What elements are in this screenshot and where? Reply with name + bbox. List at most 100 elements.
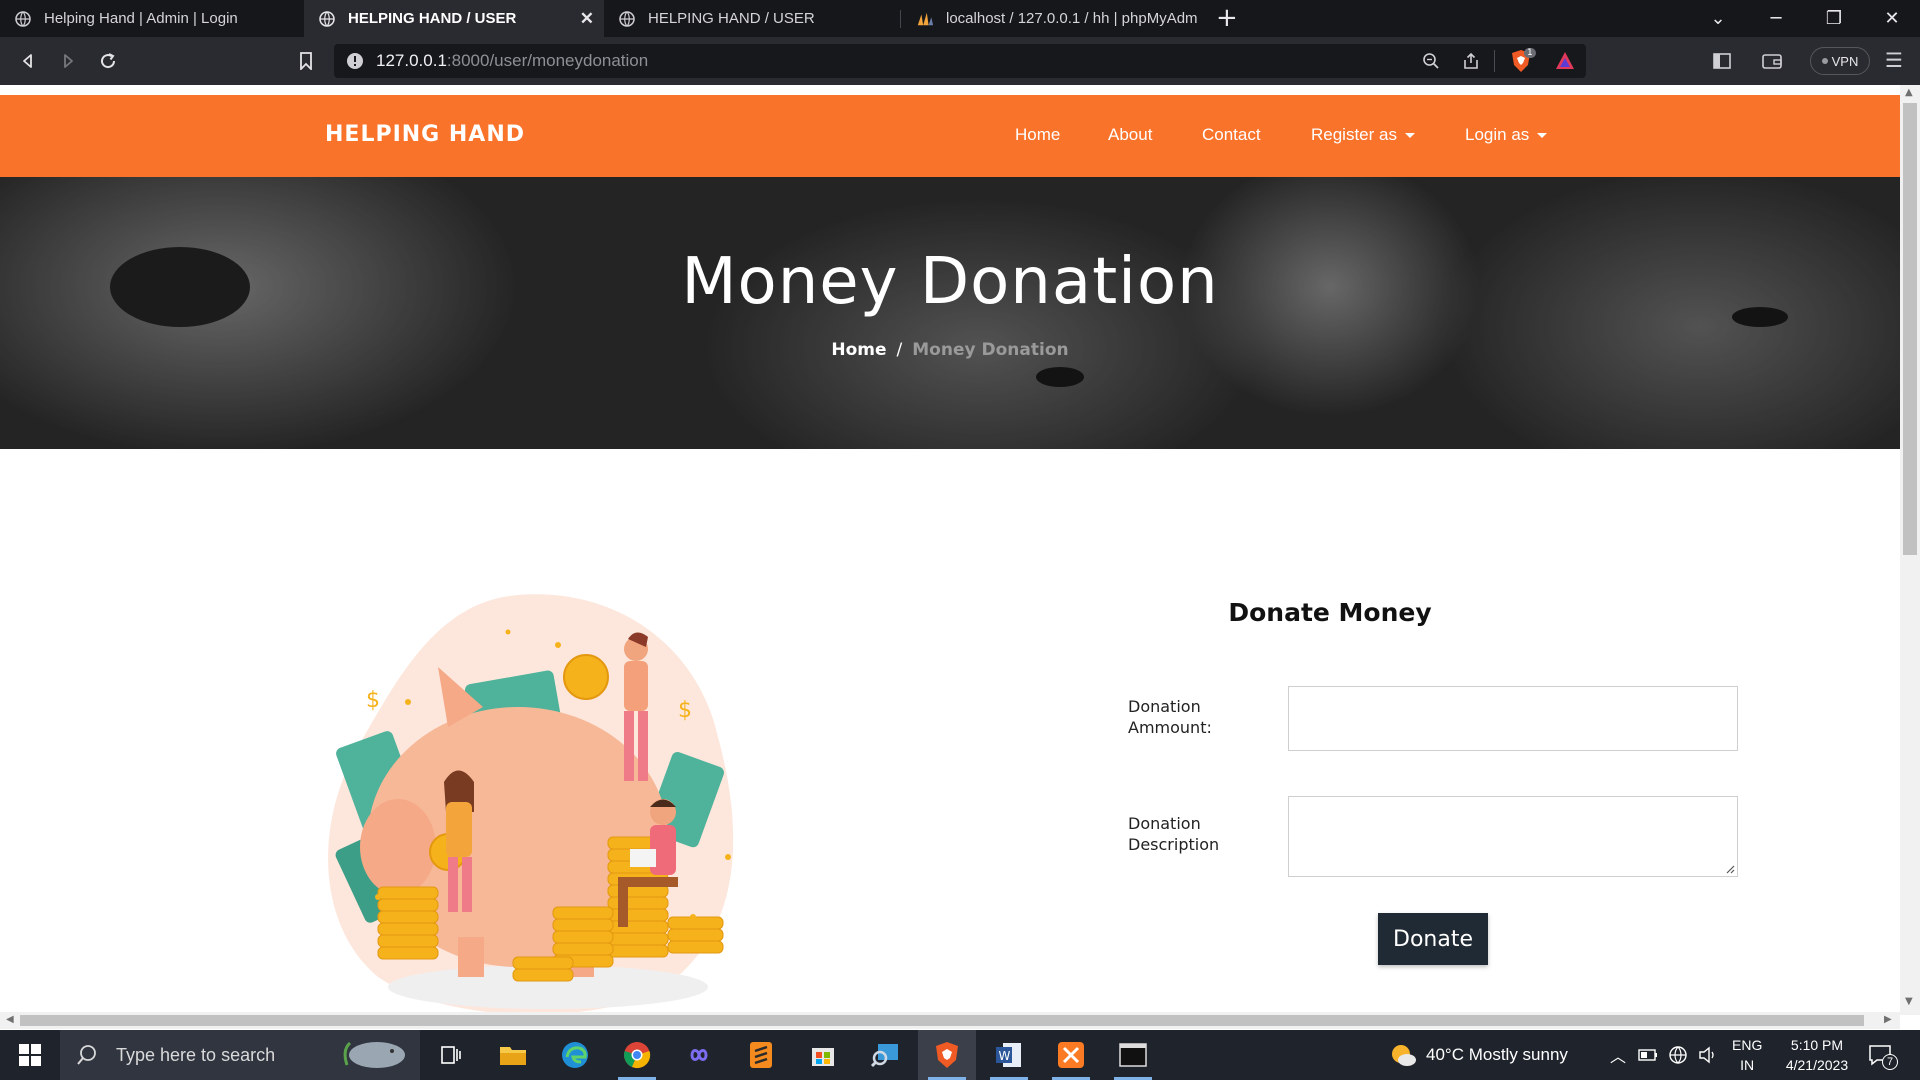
caret-down-icon	[1537, 133, 1548, 139]
region-code: IN	[1740, 1057, 1755, 1073]
nav-login-dropdown[interactable]: Login as	[1465, 125, 1548, 145]
svg-text:$: $	[678, 698, 692, 723]
wallet-icon[interactable]	[1762, 52, 1782, 70]
clock[interactable]: 5:10 PM 4/21/2023	[1776, 1030, 1858, 1080]
nav-register-dropdown[interactable]: Register as	[1311, 125, 1415, 145]
page-title: Money Donation	[681, 245, 1219, 319]
scroll-down-arrow-icon[interactable]: ▼	[1905, 996, 1913, 1007]
globe-icon	[318, 10, 336, 28]
amount-label: Donation Ammount:	[1128, 696, 1212, 738]
sidebar-icon[interactable]	[1712, 52, 1732, 70]
scroll-up-arrow-icon[interactable]: ▲	[1905, 87, 1913, 98]
scroll-right-arrow-icon[interactable]: ▶	[1884, 1014, 1892, 1025]
word-icon[interactable]: W	[980, 1030, 1038, 1080]
vpn-button[interactable]: VPN	[1810, 47, 1870, 75]
terminal-icon[interactable]	[1104, 1030, 1162, 1080]
battery-icon[interactable]	[1638, 1048, 1658, 1062]
restore-icon[interactable]: ❐	[1806, 0, 1862, 37]
chrome-icon[interactable]	[608, 1030, 666, 1080]
description-label-line2: Description	[1128, 835, 1220, 854]
donation-amount-input[interactable]	[1288, 686, 1738, 751]
brave-shields-icon[interactable]: 1	[1510, 48, 1536, 73]
breadcrumb: Home / Money Donation	[0, 340, 1900, 360]
file-explorer-icon[interactable]	[484, 1030, 542, 1080]
shield-count-badge: 1	[1524, 48, 1536, 58]
language-code: ENG	[1732, 1037, 1763, 1053]
tab-admin-login[interactable]: Helping Hand | Admin | Login	[0, 0, 304, 37]
new-tab-icon[interactable]: +	[1216, 5, 1238, 31]
zoom-icon[interactable]	[1422, 52, 1440, 70]
url-divider	[1494, 50, 1495, 72]
vertical-scroll-thumb[interactable]	[1903, 103, 1917, 555]
xampp-icon[interactable]	[1042, 1030, 1100, 1080]
network-globe-icon[interactable]	[1668, 1045, 1688, 1065]
infinity-app-icon[interactable]	[670, 1030, 728, 1080]
breadcrumb-separator: /	[896, 340, 903, 360]
nav-about[interactable]: About	[1108, 125, 1152, 145]
edge-icon[interactable]	[546, 1030, 604, 1080]
task-view-icon[interactable]	[422, 1030, 480, 1080]
brave-rewards-icon[interactable]	[1554, 50, 1576, 72]
microsoft-store-icon[interactable]	[794, 1030, 852, 1080]
nav-login-label: Login as	[1465, 125, 1530, 144]
notification-center[interactable]: 7	[1868, 1030, 1898, 1080]
globe-icon	[618, 10, 636, 28]
clock-date: 4/21/2023	[1785, 1057, 1849, 1073]
url-text: 127.0.0.1:8000/user/moneydonation	[376, 51, 649, 70]
reload-icon[interactable]	[94, 47, 122, 75]
url-bar[interactable]: 127.0.0.1:8000/user/moneydonation 1	[334, 44, 1586, 78]
breadcrumb-current: Money Donation	[912, 340, 1069, 360]
sublime-text-icon[interactable]	[732, 1030, 790, 1080]
manatee-icon	[343, 1041, 405, 1068]
close-window-icon[interactable]: ✕	[1864, 0, 1920, 37]
tab-user-active[interactable]: HELPING HAND / USER ✕	[304, 0, 604, 37]
tab-phpmyadmin[interactable]: localhost / 127.0.0.1 / hh | phpMyAdm	[902, 0, 1202, 37]
nav-home[interactable]: Home	[1015, 125, 1060, 145]
browser-tab-bar: Helping Hand | Admin | Login HELPING HAN…	[0, 0, 1920, 37]
resize-grip-icon[interactable]	[1725, 864, 1735, 874]
close-tab-icon[interactable]: ✕	[580, 9, 594, 29]
forward-icon[interactable]	[54, 47, 82, 75]
menu-icon[interactable]: ☰	[1884, 48, 1904, 72]
tab-title: localhost / 127.0.0.1 / hh | phpMyAdm	[946, 10, 1198, 27]
nav-contact[interactable]: Contact	[1202, 125, 1261, 145]
tab-title: Helping Hand | Admin | Login	[44, 10, 238, 27]
search-app-icon[interactable]	[856, 1030, 914, 1080]
volume-icon[interactable]	[1698, 1046, 1718, 1064]
site-info-icon[interactable]	[346, 52, 364, 70]
brand-logo[interactable]: HELPING HAND	[325, 122, 525, 147]
vpn-status-dot	[1821, 58, 1828, 64]
windows-taskbar: Type here to search W 40°C Mostly sunny	[0, 1030, 1920, 1080]
tab-title: HELPING HAND / USER	[348, 10, 517, 27]
scroll-left-arrow-icon[interactable]: ◀	[6, 1014, 14, 1025]
back-icon[interactable]	[14, 47, 42, 75]
share-icon[interactable]	[1462, 52, 1480, 70]
windows-start-icon[interactable]	[0, 1030, 60, 1080]
piggy-bank-illustration: $ $	[328, 594, 734, 1015]
notification-count: 7	[1882, 1054, 1898, 1070]
description-label-line1: Donation	[1128, 814, 1201, 833]
tab-search-chevron-icon[interactable]: ⌄	[1690, 0, 1746, 37]
minimize-icon[interactable]: ─	[1748, 0, 1804, 37]
svg-text:$: $	[366, 688, 380, 713]
horizontal-scroll-thumb[interactable]	[20, 1015, 1864, 1026]
weather-text: 40°C Mostly sunny	[1426, 1045, 1568, 1064]
sunny-icon	[1392, 1045, 1416, 1066]
system-tray: ︿	[1610, 1030, 1718, 1080]
donate-button[interactable]: Donate	[1378, 913, 1488, 965]
chevron-up-icon[interactable]: ︿	[1610, 1043, 1626, 1067]
browser-toolbar: 127.0.0.1:8000/user/moneydonation 1 VPN …	[0, 37, 1920, 85]
donation-description-textarea[interactable]	[1288, 796, 1738, 877]
amount-label-line1: Donation	[1128, 697, 1201, 716]
weather-widget[interactable]: 40°C Mostly sunny	[1388, 1030, 1568, 1080]
description-label: Donation Description	[1128, 813, 1219, 855]
site-header: HELPING HAND Home About Contact Register…	[0, 95, 1900, 177]
brave-browser-icon[interactable]	[918, 1030, 976, 1080]
breadcrumb-home-link[interactable]: Home	[831, 340, 886, 360]
tab-user[interactable]: HELPING HAND / USER	[604, 0, 900, 37]
bookmark-icon[interactable]	[292, 47, 320, 75]
search-placeholder: Type here to search	[116, 1044, 276, 1065]
taskbar-search-box[interactable]: Type here to search	[60, 1030, 420, 1080]
language-indicator[interactable]: ENG IN	[1732, 1030, 1762, 1080]
clock-time: 5:10 PM	[1790, 1037, 1844, 1053]
